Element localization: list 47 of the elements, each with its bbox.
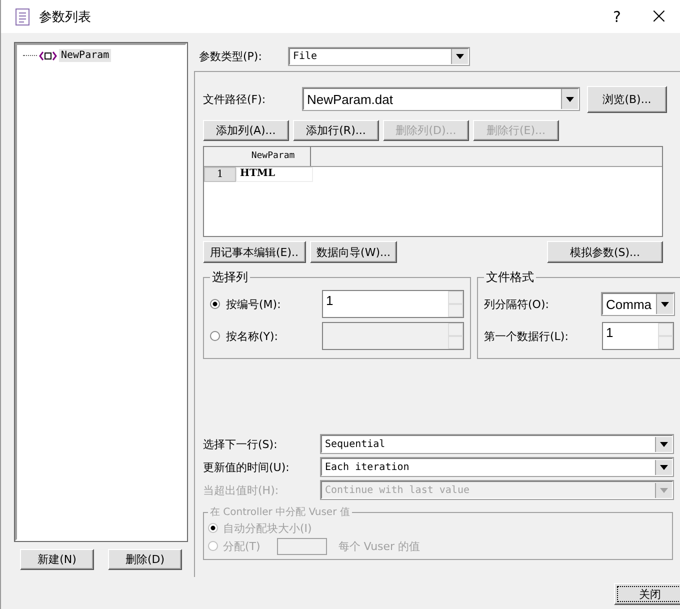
table-button[interactable]: 添加列(A)...	[203, 120, 289, 141]
group-title: 文件格式	[485, 269, 535, 286]
dialog-button[interactable]: 模拟参数(S)...	[547, 241, 663, 263]
option-label: 按编号(M):	[226, 296, 282, 312]
dropdown-arrow-icon	[456, 54, 464, 58]
option-label: 分配(T)	[223, 538, 260, 554]
close-dialog-button[interactable]: 关闭	[614, 583, 680, 605]
field-label: 第一个数据行(L):	[484, 328, 570, 344]
window-title: 参数列表	[39, 8, 91, 26]
group-title: 在 Controller 中分配 Vuser 值	[209, 506, 351, 519]
dialog-button[interactable]: 删除(D)	[108, 549, 182, 570]
field-label: 列分隔符(O):	[484, 296, 550, 312]
param-type-dropdown[interactable]: File	[289, 48, 469, 64]
file-path-dropdown[interactable]: NewParam.dat	[303, 88, 579, 110]
setting-dropdown[interactable]: Each iteration	[321, 458, 673, 476]
dialog-button[interactable]: 数据向导(W)...	[310, 241, 398, 263]
setting-dropdown[interactable]: Sequential	[321, 435, 673, 453]
field-label: 当超出值时(H):	[203, 482, 280, 498]
column-header[interactable]: NewParam	[236, 147, 311, 166]
dialog-button[interactable]: 用记事本编辑(E)..	[203, 241, 306, 263]
delimiter-dropdown[interactable]: Comma	[602, 293, 674, 315]
field-label: 选择下一行(S):	[203, 436, 278, 452]
tree-item[interactable]: NewParam	[59, 49, 112, 62]
table-cell: HTML	[236, 167, 313, 182]
dropdown-arrow-icon	[566, 96, 574, 102]
group-title: 选择列	[211, 269, 249, 286]
option-label: 每个 Vuser 的值	[338, 538, 420, 554]
dropdown-arrow-icon	[660, 464, 668, 470]
browse-button[interactable]: 浏览(B)...	[587, 86, 667, 112]
dialog-button[interactable]: 新建(N)	[20, 549, 94, 570]
parameter-icon	[39, 50, 57, 60]
number-field[interactable]: 1	[322, 290, 464, 318]
close-button[interactable]: ×	[638, 0, 680, 33]
table-button[interactable]: 添加行(R)...	[293, 120, 379, 141]
number-field[interactable]: 1	[602, 322, 674, 350]
dropdown-arrow-icon	[660, 442, 668, 446]
field-label: 文件路径(F):	[203, 92, 267, 106]
field-label: 参数类型(P):	[199, 48, 263, 64]
dropdown-arrow-icon	[661, 302, 669, 306]
radio-button[interactable]	[210, 299, 220, 309]
option-label: 按名称(Y):	[226, 328, 280, 344]
document-icon	[15, 8, 31, 26]
help-button[interactable]: ?	[596, 0, 638, 33]
dropdown-arrow-icon	[660, 488, 668, 492]
field-label: 更新值的时间(U):	[203, 460, 290, 474]
row-header: 1	[204, 167, 236, 182]
option-label: 自动分配块大小(I)	[223, 520, 312, 536]
